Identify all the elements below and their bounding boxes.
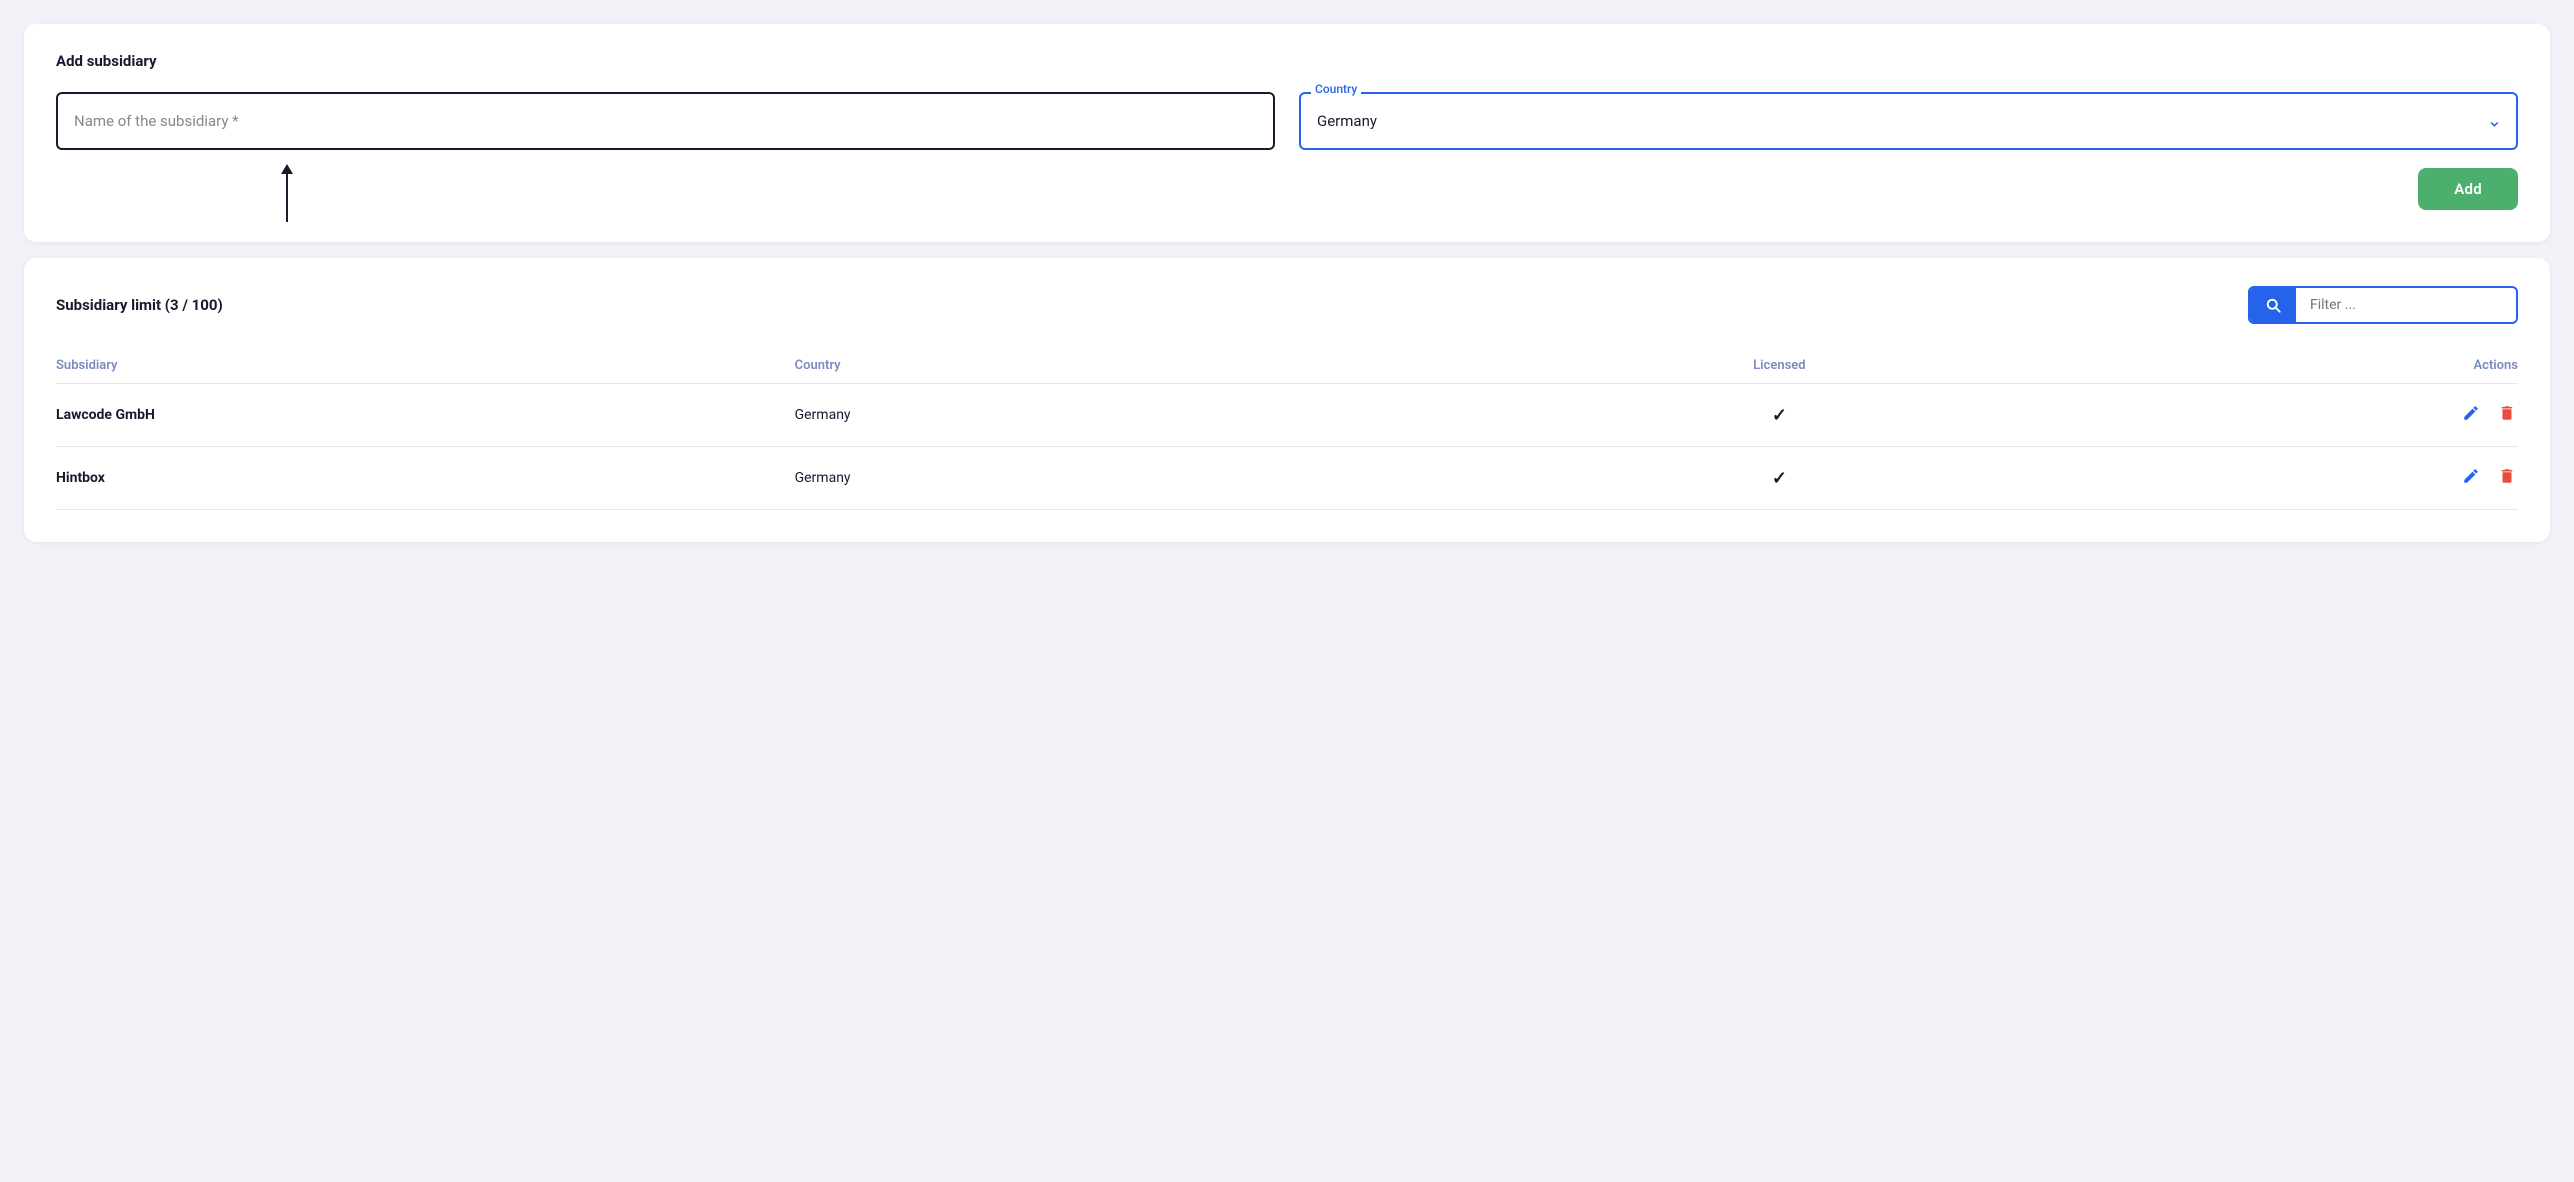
subsidiary-list-card: Subsidiary limit (3 / 100) Subsidiary Co… xyxy=(24,258,2550,542)
col-header-licensed: Licensed xyxy=(1533,348,2025,384)
col-header-subsidiary: Subsidiary xyxy=(56,348,795,384)
cell-subsidiary-licensed: ✓ xyxy=(1533,447,2025,510)
cell-subsidiary-name: Lawcode GmbH xyxy=(56,384,795,447)
table-body: Lawcode GmbHGermany✓HintboxGermany✓ xyxy=(56,384,2518,510)
cell-subsidiary-name: Hintbox xyxy=(56,447,795,510)
add-button-row: Add xyxy=(56,168,2518,210)
table-row: Lawcode GmbHGermany✓ xyxy=(56,384,2518,447)
cell-subsidiary-country: Germany xyxy=(795,447,1534,510)
add-subsidiary-card: Add subsidiary Country Germany France Un… xyxy=(24,24,2550,242)
table-row: HintboxGermany✓ xyxy=(56,447,2518,510)
delete-button[interactable] xyxy=(2496,402,2518,428)
add-subsidiary-title: Add subsidiary xyxy=(56,52,2518,70)
filter-input[interactable] xyxy=(2296,289,2516,321)
cursor-arrow xyxy=(286,172,288,222)
cell-subsidiary-actions xyxy=(2026,384,2518,447)
search-button[interactable] xyxy=(2250,288,2296,322)
add-subsidiary-form-row: Country Germany France United States Uni… xyxy=(56,92,2518,150)
edit-button[interactable] xyxy=(2460,465,2482,491)
country-field-wrapper: Country Germany France United States Uni… xyxy=(1299,92,2518,150)
name-field-wrapper xyxy=(56,92,1275,150)
table-header-row: Subsidiary Country Licensed Actions xyxy=(56,348,2518,384)
col-header-country: Country xyxy=(795,348,1534,384)
action-icons xyxy=(2026,465,2518,491)
cell-subsidiary-country: Germany xyxy=(795,384,1534,447)
subsidiary-name-input[interactable] xyxy=(56,92,1275,150)
edit-button[interactable] xyxy=(2460,402,2482,428)
cell-subsidiary-actions xyxy=(2026,447,2518,510)
country-label: Country xyxy=(1311,82,1361,96)
filter-wrapper xyxy=(2248,286,2518,324)
cursor-indicator xyxy=(286,172,288,222)
country-select[interactable]: Germany France United States United King… xyxy=(1299,92,2518,150)
cell-subsidiary-licensed: ✓ xyxy=(1533,384,2025,447)
pencil-icon xyxy=(2462,404,2480,422)
pencil-icon xyxy=(2462,467,2480,485)
add-button[interactable]: Add xyxy=(2418,168,2518,210)
delete-button[interactable] xyxy=(2496,465,2518,491)
trash-icon xyxy=(2498,404,2516,422)
table-header: Subsidiary Country Licensed Actions xyxy=(56,348,2518,384)
search-icon xyxy=(2264,296,2282,314)
trash-icon xyxy=(2498,467,2516,485)
subsidiary-list-title: Subsidiary limit (3 / 100) xyxy=(56,296,223,314)
col-header-actions: Actions xyxy=(2026,348,2518,384)
action-icons xyxy=(2026,402,2518,428)
list-header: Subsidiary limit (3 / 100) xyxy=(56,286,2518,324)
subsidiary-table: Subsidiary Country Licensed Actions Lawc… xyxy=(56,348,2518,510)
